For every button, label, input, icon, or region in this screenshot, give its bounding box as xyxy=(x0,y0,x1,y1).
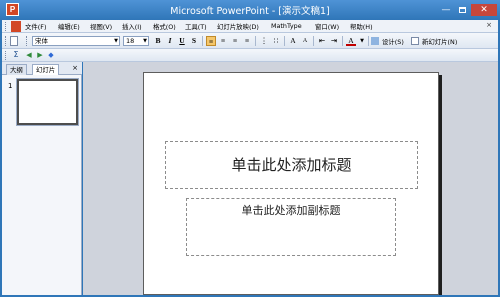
design-button[interactable]: 设计(S) xyxy=(382,37,404,46)
toolbar-grip-icon[interactable] xyxy=(5,36,8,46)
toolbar-separator xyxy=(202,36,203,46)
align-center-button[interactable]: ≡ xyxy=(218,36,228,46)
increase-font-size-icon[interactable]: A xyxy=(288,36,298,46)
menu-slideshow[interactable]: 幻灯片放映(D) xyxy=(217,22,259,31)
align-right-button[interactable]: ≡ xyxy=(230,36,240,46)
maximize-button[interactable] xyxy=(456,4,468,16)
toolbar-separator xyxy=(342,36,343,46)
chevron-down-icon: ▼ xyxy=(114,38,118,44)
font-size-select[interactable]: 18 ▼ xyxy=(123,36,149,46)
window-title: Microsoft PowerPoint - [演示文稿1] xyxy=(170,6,330,17)
tab-slides[interactable]: 幻灯片 xyxy=(32,64,60,75)
toolbar-separator xyxy=(255,36,256,46)
bullets-icon[interactable]: ∷ xyxy=(271,36,281,46)
menu-edit[interactable]: 编辑(E) xyxy=(58,22,80,31)
title-bar: P Microsoft PowerPoint - [演示文稿1] — ✕ xyxy=(0,0,500,20)
menu-help[interactable]: 帮助(H) xyxy=(350,22,373,31)
slide-canvas[interactable]: 单击此处添加标题 单击此处添加副标题 xyxy=(143,72,439,295)
menu-format[interactable]: 格式(O) xyxy=(153,22,176,31)
chevron-down-icon: ▼ xyxy=(143,38,147,44)
menu-bar: 文件(F) 编辑(E) 视图(V) 插入(I) 格式(O) 工具(T) 幻灯片放… xyxy=(2,20,498,33)
decrease-indent-icon[interactable]: ⇤ xyxy=(317,36,327,46)
font-color-icon[interactable]: A xyxy=(346,36,356,46)
font-name-value: 宋体 xyxy=(35,37,48,45)
menu-window[interactable]: 窗口(W) xyxy=(315,22,339,31)
slide-number: 1 xyxy=(8,82,13,90)
underline-button[interactable]: U xyxy=(177,36,187,46)
shadow-button[interactable]: S xyxy=(189,36,199,46)
arrow-right-icon[interactable]: ▶ xyxy=(35,50,45,60)
pane-tab-strip: 大纲 幻灯片 × xyxy=(2,62,82,75)
close-document-button[interactable]: × xyxy=(486,21,492,29)
drawing-toolbar: Σ ◀ ▶ ◆ xyxy=(2,49,498,62)
toolbar-separator xyxy=(313,36,314,46)
menu-view[interactable]: 视图(V) xyxy=(90,22,112,31)
maximize-icon xyxy=(458,6,466,13)
font-size-value: 18 xyxy=(126,37,135,45)
bold-button[interactable]: B xyxy=(153,36,163,46)
sigma-icon[interactable]: Σ xyxy=(11,50,21,60)
menu-file[interactable]: 文件(F) xyxy=(25,22,46,31)
italic-button[interactable]: I xyxy=(165,36,175,46)
increase-indent-icon[interactable]: ⇥ xyxy=(329,36,339,46)
chevron-down-icon[interactable]: ▼ xyxy=(357,36,367,46)
slides-pane: 大纲 幻灯片 × 1 xyxy=(2,62,82,295)
slide-editing-area: 单击此处添加标题 单击此处添加副标题 xyxy=(83,62,498,295)
justify-button[interactable]: ≡ xyxy=(242,36,252,46)
menu-insert[interactable]: 插入(I) xyxy=(122,22,142,31)
font-name-select[interactable]: 宋体 ▼ xyxy=(32,36,120,46)
align-left-button[interactable]: ≡ xyxy=(206,36,216,46)
subtitle-placeholder[interactable]: 单击此处添加副标题 xyxy=(186,198,396,256)
design-icon xyxy=(371,37,379,45)
close-pane-icon[interactable]: × xyxy=(72,64,78,72)
arrow-left-icon[interactable]: ◀ xyxy=(24,50,34,60)
minimize-button[interactable]: — xyxy=(440,4,452,16)
menubar-grip-icon[interactable] xyxy=(5,22,8,31)
title-placeholder[interactable]: 单击此处添加标题 xyxy=(165,141,418,189)
slide-thumbnail[interactable] xyxy=(16,78,79,126)
menu-tools[interactable]: 工具(T) xyxy=(185,22,207,31)
toolbar-grip-icon[interactable] xyxy=(5,51,8,60)
tab-outline[interactable]: 大纲 xyxy=(6,64,27,75)
numbering-icon[interactable]: ⋮ xyxy=(259,36,269,46)
close-button[interactable]: ✕ xyxy=(471,4,497,16)
toolbar-grip-icon[interactable] xyxy=(26,36,29,46)
formatting-toolbar: 宋体 ▼ 18 ▼ B I U S ≡ ≡ ≡ ≡ ⋮ ∷ A A ⇤ ⇥ A … xyxy=(2,33,498,49)
menu-mathtype[interactable]: MathType xyxy=(271,22,302,30)
new-slide-button[interactable]: 新幻灯片(N) xyxy=(422,37,457,46)
new-document-icon[interactable] xyxy=(10,36,18,46)
toolbar-separator xyxy=(284,36,285,46)
toolbar-separator xyxy=(368,36,369,46)
arrow-down-icon[interactable]: ◆ xyxy=(46,50,56,60)
decrease-font-size-icon[interactable]: A xyxy=(300,36,310,46)
document-icon[interactable] xyxy=(11,21,21,32)
new-slide-icon xyxy=(411,37,419,45)
